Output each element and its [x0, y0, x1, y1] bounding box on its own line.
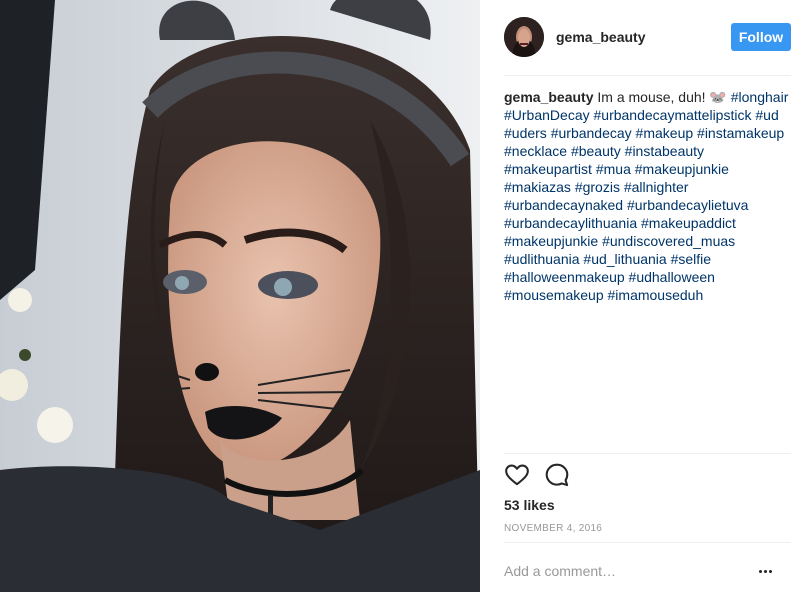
hashtag-link[interactable]: #undiscovered_muas — [602, 233, 735, 249]
heart-icon[interactable] — [504, 462, 532, 490]
hashtag-link[interactable]: #makeupartist — [504, 161, 592, 177]
post-panel: gema_beauty Follow gema_beauty Im a mous… — [480, 0, 808, 592]
hashtag-link[interactable]: #allnighter — [624, 179, 689, 195]
caption-text: Im a mouse, duh! 🐭 — [593, 89, 731, 105]
follow-button[interactable]: Follow — [731, 23, 791, 51]
actions-divider — [504, 453, 791, 454]
hashtag-link[interactable]: #urbandecaymattelipstick — [594, 107, 752, 123]
hashtag-link[interactable]: #ud_lithuania — [583, 251, 666, 267]
comment-bubble-icon[interactable] — [544, 462, 572, 490]
photo-illustration — [0, 0, 480, 592]
hashtag-link[interactable]: #makeupjunkie — [635, 161, 729, 177]
hashtag-link[interactable]: #necklace — [504, 143, 567, 159]
hashtag-link[interactable]: #urbandecaynaked — [504, 197, 623, 213]
hashtag-link[interactable]: #imamouseduh — [608, 287, 704, 303]
comment-divider — [504, 542, 791, 543]
post-username[interactable]: gema_beauty — [556, 29, 645, 45]
hashtag-link[interactable]: #grozis — [575, 179, 620, 195]
hashtag-link[interactable]: #UrbanDecay — [504, 107, 590, 123]
hashtag-link[interactable]: #selfie — [671, 251, 711, 267]
hashtag-link[interactable]: #instamakeup — [697, 125, 784, 141]
post-date: NOVEMBER 4, 2016 — [504, 523, 603, 534]
likes-count[interactable]: 53 likes — [504, 497, 555, 513]
hashtag-link[interactable]: #urbandecay — [551, 125, 632, 141]
hashtag-link[interactable]: #beauty — [571, 143, 621, 159]
caption-hashtags: #longhair #UrbanDecay #urbandecaymatteli… — [504, 89, 788, 303]
comment-input[interactable] — [504, 560, 754, 582]
hashtag-link[interactable]: #halloweenmakeup — [504, 269, 625, 285]
post-photo[interactable] — [0, 0, 480, 592]
hashtag-link[interactable]: #urbandecaylietuva — [627, 197, 748, 213]
hashtag-link[interactable]: #makeupaddict — [641, 215, 736, 231]
hashtag-link[interactable]: #uders — [504, 125, 547, 141]
avatar-image — [504, 17, 544, 57]
hashtag-link[interactable]: #makiazas — [504, 179, 571, 195]
hashtag-link[interactable]: #ud — [755, 107, 778, 123]
more-options-icon[interactable] — [754, 562, 776, 580]
post-header: gema_beauty Follow — [480, 0, 808, 75]
hashtag-link[interactable]: #urbandecaylithuania — [504, 215, 637, 231]
avatar[interactable] — [504, 17, 544, 57]
caption-username[interactable]: gema_beauty — [504, 89, 593, 105]
hashtag-link[interactable]: #mua — [596, 161, 631, 177]
hashtag-link[interactable]: #udhalloween — [629, 269, 715, 285]
header-divider — [504, 75, 791, 76]
hashtag-link[interactable]: #udlithuania — [504, 251, 580, 267]
hashtag-link[interactable]: #longhair — [731, 89, 789, 105]
hashtag-link[interactable]: #mousemakeup — [504, 287, 604, 303]
instagram-post: gema_beauty Follow gema_beauty Im a mous… — [0, 0, 808, 592]
hashtag-link[interactable]: #makeupjunkie — [504, 233, 598, 249]
hashtag-link[interactable]: #makeup — [636, 125, 694, 141]
caption: gema_beauty Im a mouse, duh! 🐭 #longhair… — [504, 88, 794, 304]
hashtag-link[interactable]: #instabeauty — [625, 143, 704, 159]
